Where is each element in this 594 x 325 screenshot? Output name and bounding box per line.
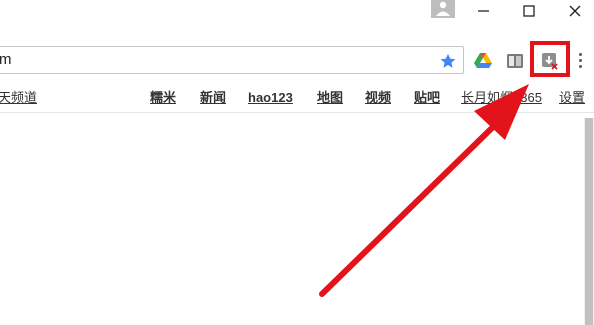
page-content (0, 113, 594, 325)
close-button[interactable] (552, 0, 594, 26)
bookmark-item[interactable]: 贴吧 (414, 90, 440, 106)
bookmark-item[interactable]: 地图 (317, 90, 343, 106)
download-blocked-icon[interactable] (541, 52, 559, 70)
address-bar[interactable]: m (0, 46, 464, 74)
maximize-button[interactable] (506, 0, 552, 26)
bookmarks-bar: 天频道 糯米 新闻 hao123 地图 视频 贴吧 长月如烟_365 设置 (0, 86, 594, 113)
reader-mode-icon[interactable] (506, 52, 524, 70)
address-bar-text[interactable]: m (0, 51, 12, 69)
title-bar (0, 0, 594, 38)
bookmark-item[interactable]: 天频道 (0, 90, 37, 106)
bookmark-item[interactable]: 视频 (365, 90, 391, 106)
bookmark-item[interactable]: 设置 (559, 90, 585, 106)
maximize-icon (523, 5, 535, 17)
bookmark-item[interactable]: 新闻 (200, 90, 226, 106)
bookmark-item[interactable]: 长月如烟_365 (461, 90, 542, 106)
bookmark-item[interactable]: hao123 (248, 90, 293, 106)
google-drive-icon[interactable] (474, 52, 492, 70)
close-icon (569, 5, 581, 17)
bookmark-item[interactable]: 糯米 (150, 90, 176, 106)
star-icon[interactable] (439, 52, 457, 70)
browser-toolbar: m (0, 38, 594, 86)
account-avatar-button[interactable] (431, 0, 455, 18)
person-icon (436, 1, 450, 16)
minimize-icon (478, 10, 489, 12)
more-vertical-icon[interactable] (578, 53, 584, 71)
vertical-scrollbar[interactable] (584, 118, 594, 325)
scrollbar-thumb[interactable] (585, 118, 593, 325)
minimize-button[interactable] (460, 0, 506, 26)
